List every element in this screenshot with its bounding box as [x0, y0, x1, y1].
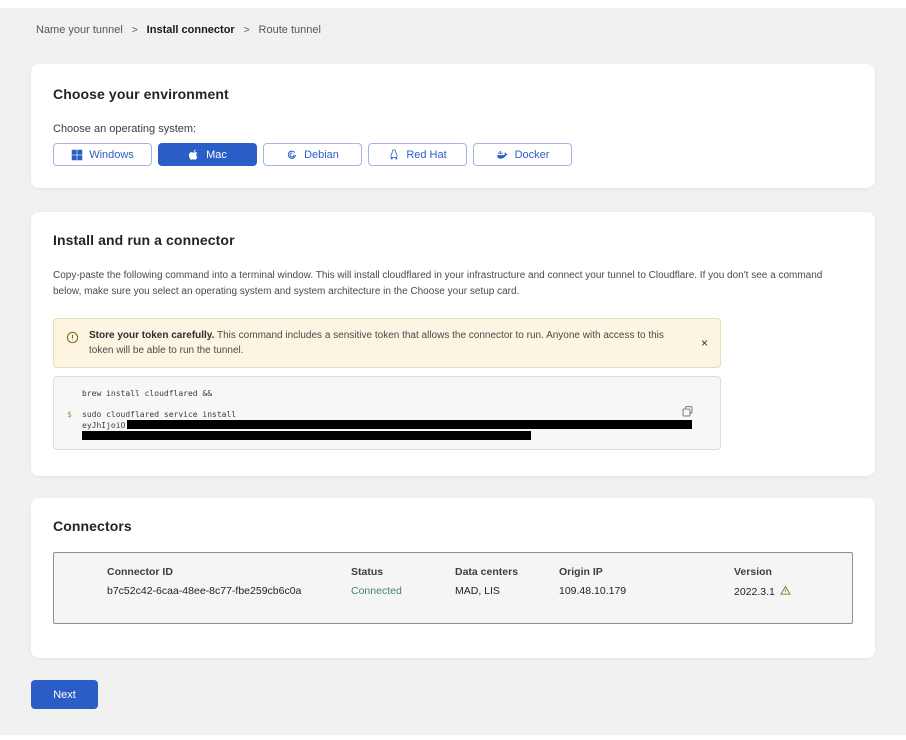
connectors-table: Connector ID Status Data centers Origin … [53, 552, 853, 624]
redacted-token-bar [127, 420, 692, 429]
install-connector-card: Install and run a connector Copy-paste t… [31, 212, 875, 476]
install-description: Copy-paste the following command into a … [53, 268, 848, 300]
windows-icon [71, 149, 83, 161]
os-button-windows[interactable]: Windows [53, 143, 152, 166]
os-button-group: Windows Mac Debian [53, 143, 853, 166]
breadcrumb-separator: > [244, 25, 250, 36]
os-button-docker[interactable]: Docker [473, 143, 572, 166]
code-line-1: brew install cloudflared && [82, 389, 686, 400]
warning-triangle-icon[interactable] [780, 585, 791, 599]
environment-card: Choose your environment Choose an operat… [31, 64, 875, 188]
apple-icon [188, 148, 200, 161]
col-header-origin-ip: Origin IP [559, 566, 734, 578]
version-cell: 2022.3.1 [734, 585, 842, 599]
col-header-version: Version [734, 566, 842, 578]
copy-icon[interactable] [681, 405, 694, 421]
connectors-card-title: Connectors [53, 518, 853, 534]
connector-id-value: b7c52c42-6caa-48ee-8c77-fbe259cb6c0a [107, 585, 351, 599]
os-button-debian[interactable]: Debian [263, 143, 362, 166]
breadcrumb-install-connector[interactable]: Install connector [147, 24, 235, 36]
install-card-title: Install and run a connector [53, 232, 853, 248]
bottom-white-strip [0, 735, 906, 740]
col-header-connector-id: Connector ID [107, 566, 351, 578]
os-button-mac[interactable]: Mac [158, 143, 257, 166]
next-button[interactable]: Next [31, 680, 98, 709]
environment-card-title: Choose your environment [53, 86, 853, 102]
col-header-status: Status [351, 566, 455, 578]
os-select-label: Choose an operating system: [53, 123, 853, 135]
redhat-icon [388, 148, 400, 161]
os-button-label: Windows [89, 149, 134, 161]
os-button-label: Mac [206, 149, 227, 161]
info-circle-icon [66, 331, 79, 349]
code-line-blank [82, 400, 686, 411]
breadcrumb: Name your tunnel > Install connector > R… [36, 24, 906, 36]
debian-icon [286, 149, 298, 161]
os-button-label: Docker [515, 149, 550, 161]
top-white-strip [0, 0, 906, 8]
docker-icon [496, 149, 509, 161]
token-warning-banner: Store your token carefully. This command… [53, 318, 721, 368]
os-button-label: Debian [304, 149, 339, 161]
status-badge: Connected [351, 585, 455, 599]
redacted-token-bar [82, 431, 531, 440]
origin-ip-value: 109.48.10.179 [559, 585, 734, 599]
close-icon[interactable]: × [701, 337, 708, 349]
warning-text-bold: Store your token carefully. [89, 330, 214, 341]
code-block: $ brew install cloudflared && sudo cloud… [53, 376, 721, 450]
breadcrumb-separator: > [132, 25, 138, 36]
breadcrumb-name-your-tunnel[interactable]: Name your tunnel [36, 24, 123, 36]
breadcrumb-route-tunnel[interactable]: Route tunnel [259, 24, 321, 36]
code-line-token: eyJhIjoiO [82, 421, 686, 432]
shell-prompt: $ [67, 410, 72, 421]
connectors-card: Connectors Connector ID Status Data cent… [31, 498, 875, 658]
col-header-data-centers: Data centers [455, 566, 559, 578]
data-centers-value: MAD, LIS [455, 585, 559, 599]
warning-text: Store your token carefully. This command… [89, 328, 675, 358]
os-button-label: Red Hat [406, 149, 446, 161]
token-prefix: eyJhIjoiO [82, 421, 125, 430]
os-button-redhat[interactable]: Red Hat [368, 143, 467, 166]
version-value: 2022.3.1 [734, 586, 775, 598]
code-line-token-2 [82, 431, 686, 442]
